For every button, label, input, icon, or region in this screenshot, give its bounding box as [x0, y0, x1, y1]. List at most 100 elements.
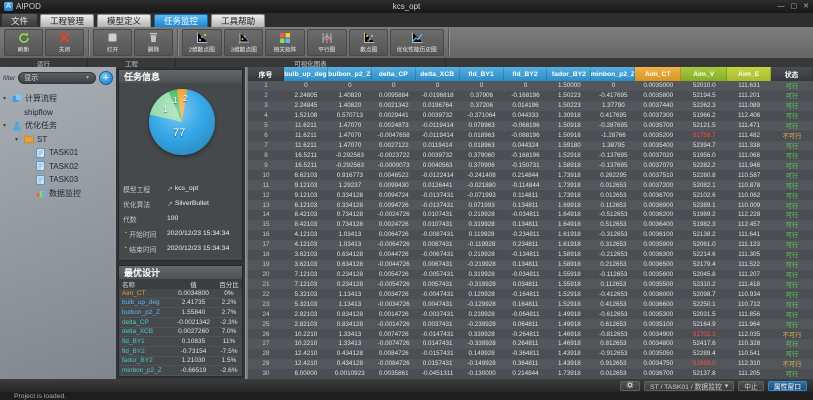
expand-arrow-icon[interactable]: ▾: [3, 122, 9, 129]
scatter-button[interactable]: 散点图: [349, 29, 389, 56]
table-row[interactable]: 136.121030.3341280.0094726-0.01374310.07…: [248, 200, 813, 210]
table-cell: 0.0035300: [635, 311, 681, 318]
table-row[interactable]: 158.421030.7341280.00247260.01074310.319…: [248, 220, 813, 230]
table-row[interactable]: 174.121031.03413-0.00647260.0087431-0.11…: [248, 240, 813, 250]
table-header-cell[interactable]: fld_BY2: [504, 67, 548, 81]
best-design-row: Aim_CT0.00348000%: [119, 289, 242, 299]
table-header-cell[interactable]: 序号: [248, 67, 284, 81]
table-row[interactable]: 148.421030.734128-0.00247260.01074310.21…: [248, 210, 813, 220]
close-task-button[interactable]: 关闭: [45, 29, 84, 56]
history-chart-button[interactable]: 优化性能历史图: [390, 29, 444, 56]
table-row[interactable]: 183.621030.6341280.0044726-0.00674310.21…: [248, 250, 813, 260]
tab-model[interactable]: 模型定义: [97, 14, 151, 27]
table-row[interactable]: 711.62111.470700.00271220.01194140.01896…: [248, 141, 813, 151]
tree-item-flow[interactable]: ▾ 计算流程: [3, 92, 113, 106]
abort-button[interactable]: 中止: [738, 381, 764, 391]
table-row[interactable]: 22.248051.408200.0095884-0.01968180.3790…: [248, 91, 813, 101]
table-cell: 0.0037440: [635, 102, 681, 109]
open-button[interactable]: 打开: [93, 29, 132, 56]
settings-button[interactable]: [620, 381, 640, 391]
tab-monitor[interactable]: 任务监控: [154, 14, 208, 27]
correlation-matrix-button[interactable]: 相关矩阵: [265, 29, 305, 56]
table-header-cell[interactable]: fador_BY2: [547, 67, 591, 81]
table-cell: 3.62103: [284, 261, 328, 268]
table-cell: 0.0035600: [635, 271, 681, 278]
table-header-cell[interactable]: Aim_CT: [635, 67, 681, 81]
scatter3d-label: 3维散点图: [230, 45, 256, 54]
table-row[interactable]: 32.248451.408200.00213420.01967640.37206…: [248, 101, 813, 111]
expand-arrow-icon[interactable]: ▾: [3, 95, 9, 102]
table-row[interactable]: 193.621030.634128-0.00447260.0067431-0.2…: [248, 260, 813, 270]
table-cell: 0: [460, 82, 504, 89]
status-cell: 可行: [771, 111, 813, 120]
table-row[interactable]: 10000001.5000000.003500052010.0111.631可行: [248, 81, 813, 91]
table-row[interactable]: 816.5211-0.292563-0.00237220.00397320.37…: [248, 150, 813, 160]
table-cell: 0.034811: [504, 281, 548, 288]
tab-tools[interactable]: 工具帮助: [211, 14, 265, 27]
table-row[interactable]: 252.821030.834128-0.00147260.0037431-0.2…: [248, 319, 813, 329]
table-row[interactable]: 119.121031.292370.00994300.0126441-0.021…: [248, 180, 813, 190]
close-icon[interactable]: ✕: [803, 1, 809, 12]
tree-item-task01[interactable]: TASK01: [3, 146, 113, 160]
table-row[interactable]: 207.121030.2341280.0054726-0.00574310.31…: [248, 270, 813, 280]
view-selector-dropdown[interactable]: ST / TASK01 / 数据监控 ▾: [644, 381, 734, 391]
table-header-cell[interactable]: bulb_up_deg: [284, 67, 328, 81]
tree-item-monitor[interactable]: 数据监控: [3, 187, 113, 201]
table-header-cell[interactable]: fld_BY1: [460, 67, 504, 81]
scatter2d-button[interactable]: 2维散点图: [182, 29, 222, 56]
minimize-icon[interactable]: —: [778, 1, 785, 12]
field-value[interactable]: kcs_opt: [175, 185, 198, 192]
table-row[interactable]: 106.621030.9167730.0046522-0.0122414-0.2…: [248, 170, 813, 180]
field-value[interactable]: SilverBullet: [175, 200, 209, 207]
table-row[interactable]: 2912.42100.434128-0.00847260.0157431-0.1…: [248, 359, 813, 369]
refresh-button[interactable]: 刷新: [4, 29, 43, 56]
table-cell: -0.168196: [504, 92, 548, 99]
tab-file[interactable]: 文件: [2, 14, 37, 27]
table-cell: 52137.8: [681, 370, 727, 377]
add-button[interactable]: +: [99, 71, 113, 85]
table-header-cell[interactable]: Aim_E: [727, 67, 771, 81]
table-row[interactable]: 41.521080.5707130.00294410.0039732-0.371…: [248, 111, 813, 121]
delete-button[interactable]: 删除: [134, 29, 173, 56]
table-cell: 6.62103: [284, 172, 328, 179]
table-row[interactable]: 916.5211-0.292563-0.00000730.00405630.37…: [248, 160, 813, 170]
table-row[interactable]: 217.121030.234128-0.00547260.0057431-0.3…: [248, 279, 813, 289]
variable-value: 0.0027260: [171, 328, 216, 335]
table-header-cell[interactable]: delta_CP: [372, 67, 416, 81]
table-row[interactable]: 306.000000.00109230.0035861-0.0451311-0.…: [248, 369, 813, 379]
table-cell: 0.0035100: [635, 321, 681, 328]
tree-item-task03[interactable]: TASK03: [3, 173, 113, 187]
tree-item-task02[interactable]: TASK02: [3, 160, 113, 174]
table-row[interactable]: 2710.22101.33413-0.00747260.0147431-0.33…: [248, 339, 813, 349]
tree-item-shipflow[interactable]: shipflow: [3, 106, 113, 120]
table-header-cell[interactable]: 状态: [771, 67, 813, 81]
table-row[interactable]: 242.821030.8341280.0014726-0.00374310.23…: [248, 309, 813, 319]
table-header-cell[interactable]: minbon_p2_Z: [591, 67, 635, 81]
expand-arrow-icon[interactable]: ▾: [15, 136, 21, 143]
table-row[interactable]: 511.62111.470700.0024873-0.01194140.0789…: [248, 121, 813, 131]
table-row[interactable]: 225.321031.134130.0034726-0.00474310.129…: [248, 289, 813, 299]
table-cell: 1.52918: [547, 152, 591, 159]
table-row[interactable]: 611.62111.47070-0.0047658-0.01194140.018…: [248, 131, 813, 141]
filter-dropdown[interactable]: 显示 ▼: [18, 72, 96, 84]
table-cell: 1.61918: [547, 241, 591, 248]
scatter3d-button[interactable]: 3维散点图: [224, 29, 264, 56]
tab-project[interactable]: 工程管理: [40, 14, 94, 27]
table-header-cell[interactable]: delta_XCB: [416, 67, 460, 81]
column-header: 值: [171, 279, 216, 289]
table-row[interactable]: 129.121030.3341280.0094724-0.0137431-0.0…: [248, 190, 813, 200]
parallel-plot-button[interactable]: 平行图: [307, 29, 347, 56]
table-cell: 0.219928: [460, 251, 504, 258]
table-header-cell[interactable]: Aim_V: [681, 67, 727, 81]
maximize-icon[interactable]: ▢: [791, 1, 798, 12]
pie-chart[interactable]: [149, 89, 215, 155]
properties-button[interactable]: 属性窗口: [768, 381, 807, 391]
table-row[interactable]: 164.121031.034130.0064726-0.00874310.119…: [248, 230, 813, 240]
table-header-cell[interactable]: bulbon_p2_Z: [328, 67, 372, 81]
table-row[interactable]: 235.321031.13413-0.00347260.0047431-0.12…: [248, 299, 813, 309]
table-row[interactable]: 2812.42100.4341280.0084726-0.01574310.14…: [248, 349, 813, 359]
table-cell: 111.522: [727, 261, 771, 268]
table-row[interactable]: 2610.22101.334130.0074726-0.01474310.339…: [248, 329, 813, 339]
tree-item-optimization[interactable]: ▾ 优化任务: [3, 119, 113, 133]
tree-item-st[interactable]: ▾ ST: [3, 133, 113, 147]
